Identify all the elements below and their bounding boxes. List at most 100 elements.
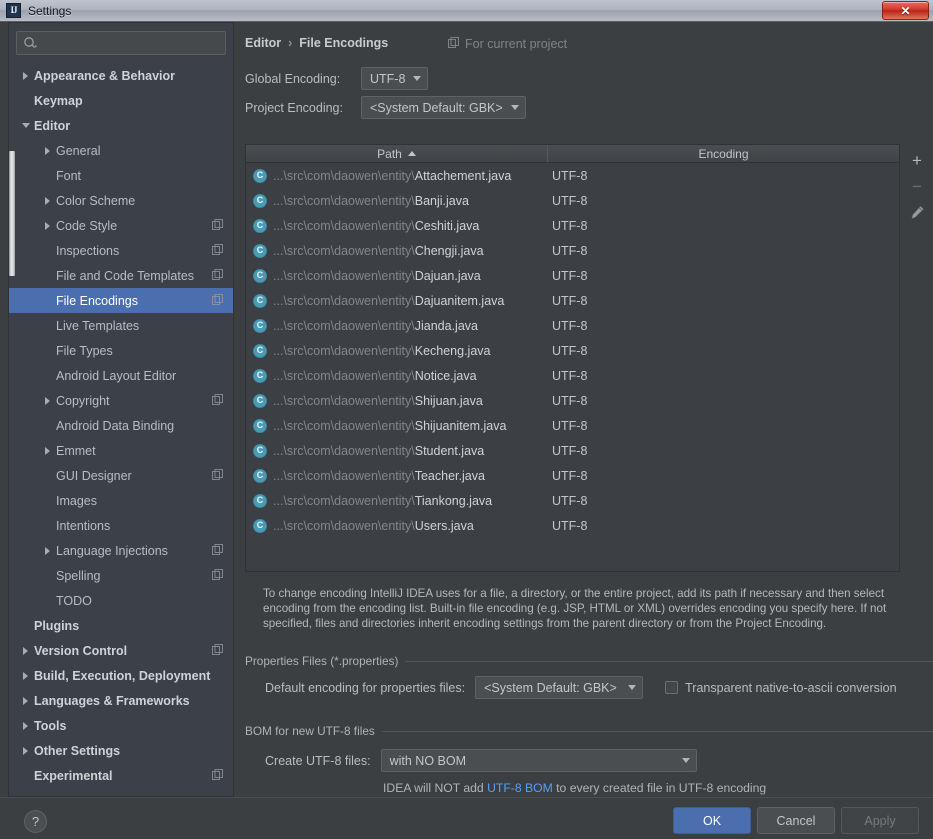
cell-path-prefix: ...\src\com\daowen\entity\: [273, 518, 415, 533]
sidebar-item-plugins[interactable]: Plugins: [9, 613, 233, 638]
cancel-button[interactable]: Cancel: [757, 807, 835, 834]
create-utf8-files-dropdown[interactable]: with NO BOM: [380, 749, 697, 772]
edit-path-button[interactable]: [904, 199, 930, 225]
cell-encoding[interactable]: UTF-8: [548, 194, 587, 208]
chevron-right-icon[interactable]: [19, 719, 32, 732]
cell-encoding[interactable]: UTF-8: [548, 494, 587, 508]
chevron-right-icon[interactable]: [41, 144, 54, 157]
ok-button[interactable]: OK: [673, 807, 751, 834]
sidebar-item-todo[interactable]: TODO: [9, 588, 233, 613]
chevron-right-icon[interactable]: [41, 394, 54, 407]
column-header-encoding-label: Encoding: [698, 146, 749, 161]
sidebar-item-experimental[interactable]: Experimental: [9, 763, 233, 788]
chevron-right-icon[interactable]: [19, 694, 32, 707]
table-row[interactable]: C ...\src\com\daowen\entity\ Ceshiti.java U…: [246, 213, 899, 238]
cell-path-prefix: ...\src\com\daowen\entity\: [273, 468, 415, 483]
sidebar-item-file-and-code-templates[interactable]: File and Code Templates: [9, 263, 233, 288]
sidebar-item-build-execution-deployment[interactable]: Build, Execution, Deployment: [9, 663, 233, 688]
search-box[interactable]: [16, 31, 226, 55]
chevron-right-icon[interactable]: [19, 644, 32, 657]
cell-encoding[interactable]: UTF-8: [548, 169, 587, 183]
sidebar-item-keymap[interactable]: Keymap: [9, 88, 233, 113]
add-path-button[interactable]: +: [904, 147, 930, 173]
chevron-right-icon[interactable]: [41, 444, 54, 457]
sidebar-item-file-encodings[interactable]: File Encodings: [9, 288, 233, 313]
cell-encoding[interactable]: UTF-8: [548, 319, 587, 333]
cell-encoding[interactable]: UTF-8: [548, 419, 587, 433]
apply-button[interactable]: Apply: [841, 807, 919, 834]
sidebar-item-editor[interactable]: Editor: [9, 113, 233, 138]
chevron-right-icon[interactable]: [19, 69, 32, 82]
table-row[interactable]: C ...\src\com\daowen\entity\ Attachement.j…: [246, 163, 899, 188]
help-button[interactable]: ?: [24, 810, 47, 833]
java-class-icon: C: [253, 468, 267, 483]
table-row[interactable]: C ...\src\com\daowen\entity\ Student.java U…: [246, 438, 899, 463]
sidebar-item-images[interactable]: Images: [9, 488, 233, 513]
column-header-path[interactable]: Path: [246, 145, 548, 162]
table-row[interactable]: C ...\src\com\daowen\entity\ Kecheng.java U…: [246, 338, 899, 363]
chevron-right-icon[interactable]: [19, 669, 32, 682]
table-row[interactable]: C ...\src\com\daowen\entity\ Shijuan.java U…: [246, 388, 899, 413]
table-row[interactable]: C ...\src\com\daowen\entity\ Teacher.java U…: [246, 463, 899, 488]
utf8-bom-link[interactable]: UTF-8 BOM: [487, 781, 553, 795]
sidebar-item-appearance-behavior[interactable]: Appearance & Behavior: [9, 63, 233, 88]
table-row[interactable]: C ...\src\com\daowen\entity\ Users.java UTF…: [246, 513, 899, 538]
sidebar-item-spelling[interactable]: Spelling: [9, 563, 233, 588]
chevron-right-icon[interactable]: [41, 219, 54, 232]
cell-encoding[interactable]: UTF-8: [548, 294, 587, 308]
sidebar-item-live-templates[interactable]: Live Templates: [9, 313, 233, 338]
breadcrumb-parent[interactable]: Editor: [245, 36, 281, 50]
sidebar-item-tools[interactable]: Tools: [9, 713, 233, 738]
cell-encoding[interactable]: UTF-8: [548, 519, 587, 533]
table-row[interactable]: C ...\src\com\daowen\entity\ Jianda.java UT…: [246, 313, 899, 338]
chevron-right-icon[interactable]: [19, 744, 32, 757]
sidebar-item-copyright[interactable]: Copyright: [9, 388, 233, 413]
chevron-down-icon[interactable]: [19, 119, 32, 132]
global-encoding-dropdown[interactable]: UTF-8: [361, 67, 429, 90]
sidebar-item-android-data-binding[interactable]: Android Data Binding: [9, 413, 233, 438]
sidebar-item-intentions[interactable]: Intentions: [9, 513, 233, 538]
sidebar-item-languages-frameworks[interactable]: Languages & Frameworks: [9, 688, 233, 713]
search-input[interactable]: [42, 35, 219, 51]
table-row[interactable]: C ...\src\com\daowen\entity\ Chengji.java U…: [246, 238, 899, 263]
sidebar-item-version-control[interactable]: Version Control: [9, 638, 233, 663]
sidebar-item-android-layout-editor[interactable]: Android Layout Editor: [9, 363, 233, 388]
bom-hint-text: IDEA will NOT add UTF-8 BOM to every cre…: [383, 781, 766, 795]
sidebar-item-emmet[interactable]: Emmet: [9, 438, 233, 463]
sidebar-item-general[interactable]: General: [9, 138, 233, 163]
sidebar-item-file-types[interactable]: File Types: [9, 338, 233, 363]
chevron-right-icon[interactable]: [41, 194, 54, 207]
cell-encoding[interactable]: UTF-8: [548, 469, 587, 483]
chevron-right-icon[interactable]: [41, 544, 54, 557]
sidebar-item-label: Language Injections: [56, 543, 168, 558]
table-row[interactable]: C ...\src\com\daowen\entity\ Dajuan.java UT…: [246, 263, 899, 288]
cell-encoding[interactable]: UTF-8: [548, 219, 587, 233]
table-row[interactable]: C ...\src\com\daowen\entity\ Banji.java UTF…: [246, 188, 899, 213]
project-encoding-dropdown[interactable]: <System Default: GBK>: [361, 96, 526, 119]
sidebar-item-label: Intentions: [56, 518, 111, 533]
column-header-encoding[interactable]: Encoding: [548, 145, 899, 162]
default-properties-encoding-dropdown[interactable]: <System Default: GBK>: [475, 676, 644, 699]
sidebar-item-inspections[interactable]: Inspections: [9, 238, 233, 263]
table-row[interactable]: C ...\src\com\daowen\entity\ Dajuanitem.ja…: [246, 288, 899, 313]
table-row[interactable]: C ...\src\com\daowen\entity\ Shijuanitem.j…: [246, 413, 899, 438]
sidebar-item-language-injections[interactable]: Language Injections: [9, 538, 233, 563]
close-button[interactable]: ✕: [882, 1, 929, 20]
cell-encoding[interactable]: UTF-8: [548, 269, 587, 283]
cell-encoding[interactable]: UTF-8: [548, 344, 587, 358]
cell-encoding[interactable]: UTF-8: [548, 444, 587, 458]
sidebar-scrollbar-thumb[interactable]: [9, 151, 15, 276]
table-row[interactable]: C ...\src\com\daowen\entity\ Tiankong.java…: [246, 488, 899, 513]
cell-encoding[interactable]: UTF-8: [548, 394, 587, 408]
sidebar-item-color-scheme[interactable]: Color Scheme: [9, 188, 233, 213]
table-row[interactable]: C ...\src\com\daowen\entity\ Notice.java UT…: [246, 363, 899, 388]
remove-path-button[interactable]: −: [904, 173, 930, 199]
sidebar-item-other-settings[interactable]: Other Settings: [9, 738, 233, 763]
transparent-native-to-ascii-checkbox[interactable]: Transparent native-to-ascii conversion: [665, 681, 897, 695]
project-encoding-value: <System Default: GBK>: [370, 100, 503, 115]
cell-encoding[interactable]: UTF-8: [548, 369, 587, 383]
sidebar-item-gui-designer[interactable]: GUI Designer: [9, 463, 233, 488]
cell-encoding[interactable]: UTF-8: [548, 244, 587, 258]
sidebar-item-font[interactable]: Font: [9, 163, 233, 188]
sidebar-item-code-style[interactable]: Code Style: [9, 213, 233, 238]
